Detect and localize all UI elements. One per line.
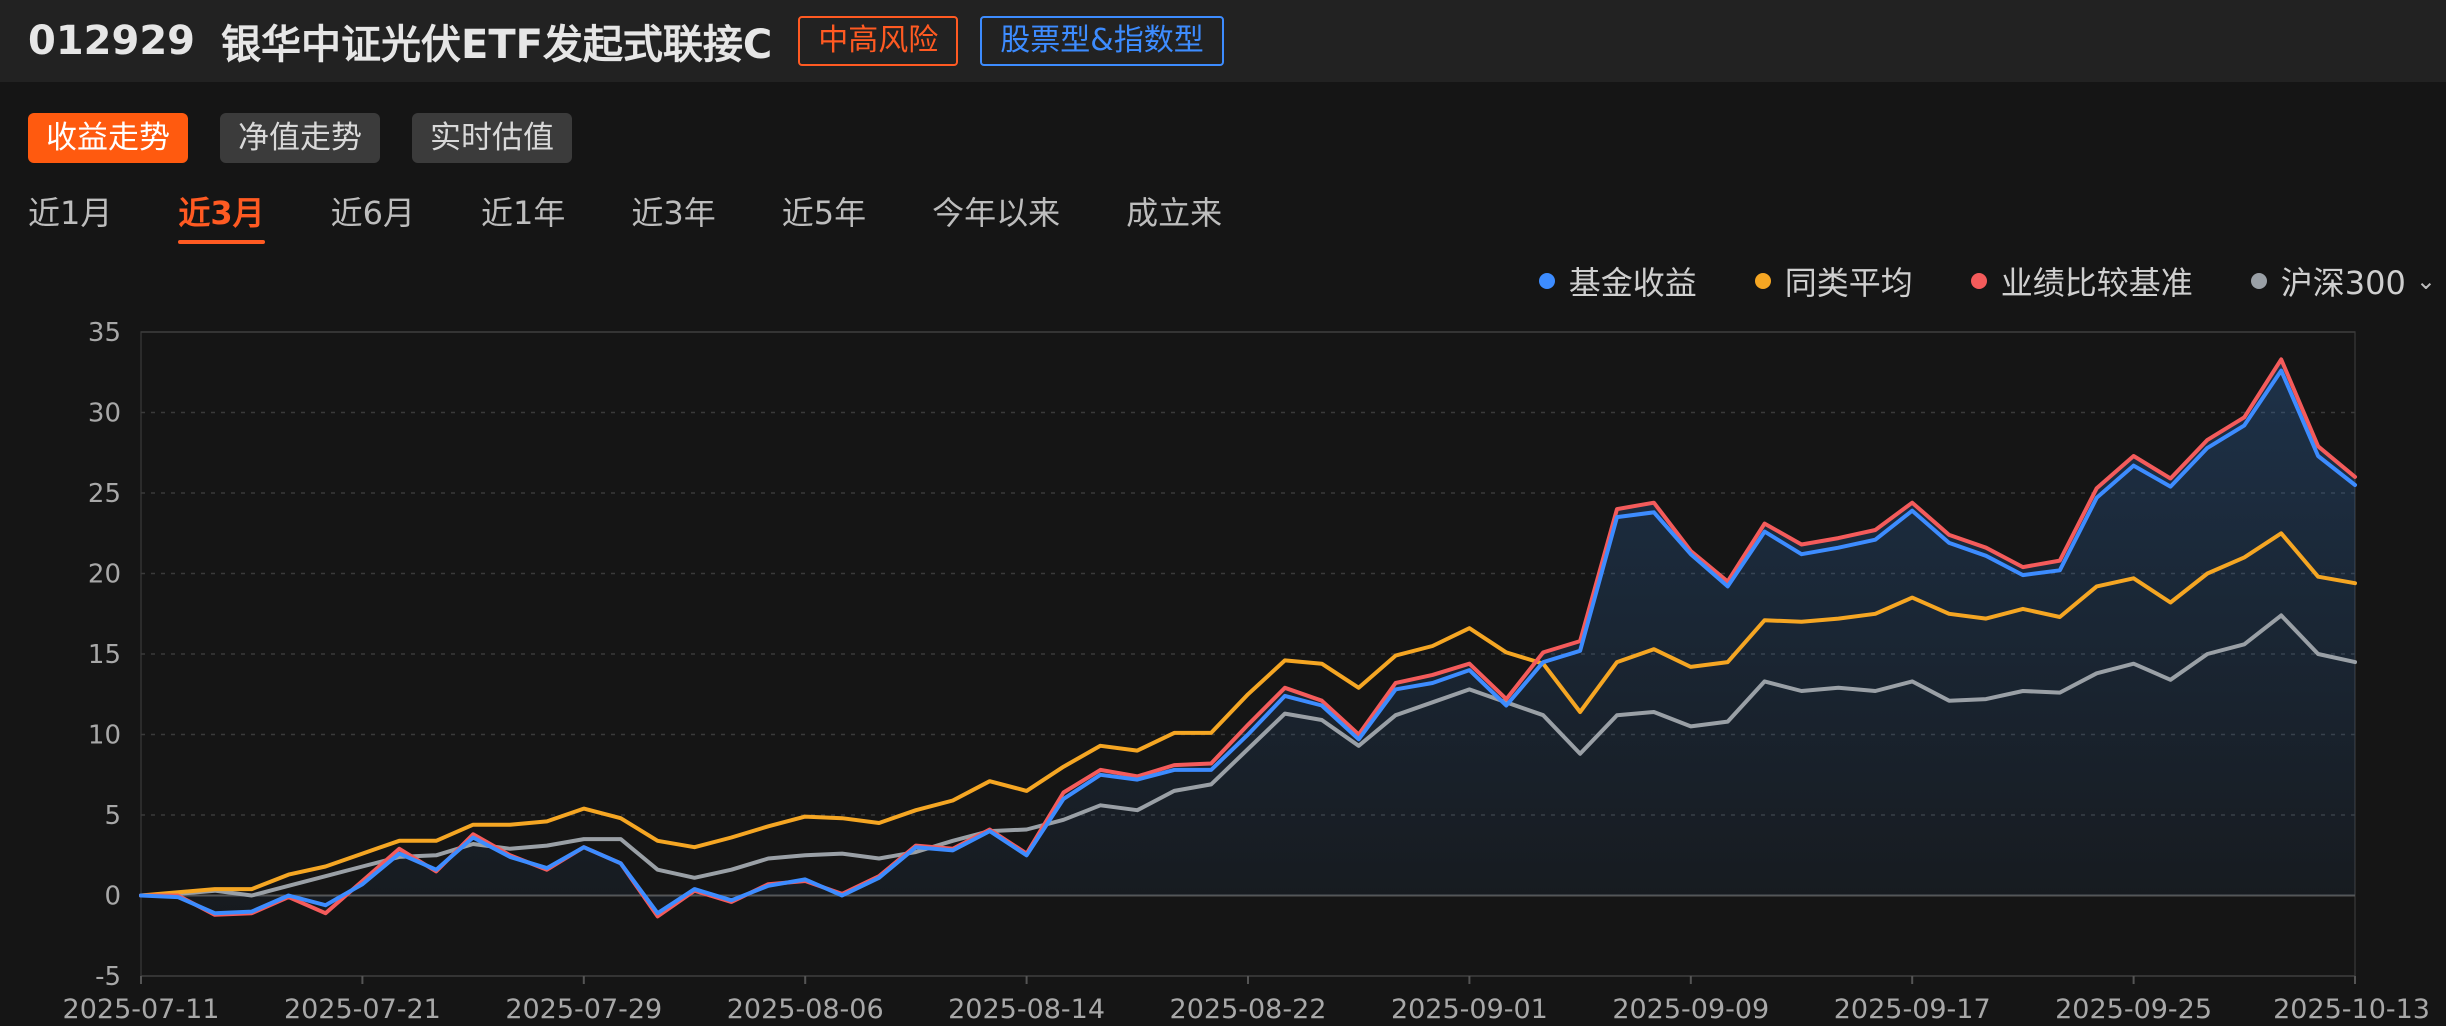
chevron-down-icon[interactable]: ⌄ [2416,267,2436,295]
y-tick-label: -5 [95,962,121,992]
x-tick-label: 2025-07-11 [63,994,220,1025]
period-tab-since-inception[interactable]: 成立来 [1126,188,1222,244]
y-tick-label: 20 [88,560,121,590]
return-trend-chart: -5 0 5 10 15 20 25 30 35 2025-07-11 2025-07-21 2025… [63,318,2430,1025]
legend-item-category-average[interactable]: 同类平均 [1754,258,1913,304]
y-tick-label: 35 [88,318,121,348]
x-tick-label: 2025-09-01 [1391,994,1548,1025]
chart-legend: 基金收益 同类平均 业绩比较基准 沪深300 ⌄ [1481,258,2436,304]
tab-nav-trend[interactable]: 净值走势 [220,113,380,163]
fund-header: 012929 银华中证光伏ETF发起式联接C 中高风险 股票型&指数型 [0,0,2446,82]
legend-label-benchmark: 业绩比较基准 [2000,264,2193,302]
y-tick-label: 10 [88,721,121,751]
period-tab-3y[interactable]: 近3年 [631,188,715,244]
tab-return-trend[interactable]: 收益走势 [28,113,188,163]
period-tab-1y[interactable]: 近1年 [481,188,565,244]
period-tab-bar: 近1月 近3月 近6月 近1年 近3年 近5年 今年以来 成立来 [28,188,1288,244]
y-tick-label: 25 [88,479,121,509]
x-tick-label: 2025-08-06 [727,994,884,1025]
legend-item-hs300[interactable]: 沪深300 ⌄ [2250,258,2436,304]
x-tick-label: 2025-08-14 [948,994,1105,1025]
x-tick-label: 2025-09-09 [1612,994,1769,1025]
x-tick-label: 2025-08-22 [1170,994,1327,1025]
legend-dot-benchmark [1970,273,1987,289]
x-tick-label: 2025-07-29 [505,994,662,1025]
y-tick-label: 30 [88,399,121,429]
legend-dot-category-average [1754,273,1771,289]
x-tick-label: 2025-09-25 [2055,994,2212,1025]
risk-level-badge: 中高风险 [798,16,959,66]
y-tick-label: 0 [104,882,121,912]
period-tab-1m[interactable]: 近1月 [28,188,112,244]
period-tab-6m[interactable]: 近6月 [331,188,415,244]
tab-realtime-estimate[interactable]: 实时估值 [412,113,572,163]
legend-dot-hs300 [2250,273,2267,289]
view-tab-bar: 收益走势 净值走势 实时估值 [28,113,604,163]
legend-dot-fund [1538,273,1555,289]
legend-label-hs300: 沪深300 [2280,264,2406,302]
x-tick-label: 2025-10-13 [2273,994,2430,1025]
period-tab-ytd[interactable]: 今年以来 [932,188,1060,244]
fund-name: 银华中证光伏ETF发起式联接C [221,22,773,68]
legend-item-fund[interactable]: 基金收益 [1538,258,1697,304]
period-tab-3m[interactable]: 近3月 [178,188,265,244]
legend-label-fund: 基金收益 [1568,264,1697,302]
legend-item-benchmark[interactable]: 业绩比较基准 [1970,258,2193,304]
legend-label-category-average: 同类平均 [1784,264,1913,302]
x-tick-label: 2025-07-21 [284,994,441,1025]
fund-type-badge: 股票型&指数型 [980,16,1224,66]
x-tick-label: 2025-09-17 [1834,994,1991,1025]
y-tick-label: 15 [88,640,121,670]
period-tab-5y[interactable]: 近5年 [782,188,866,244]
y-tick-label: 5 [104,801,121,831]
fund-code: 012929 [28,18,195,64]
